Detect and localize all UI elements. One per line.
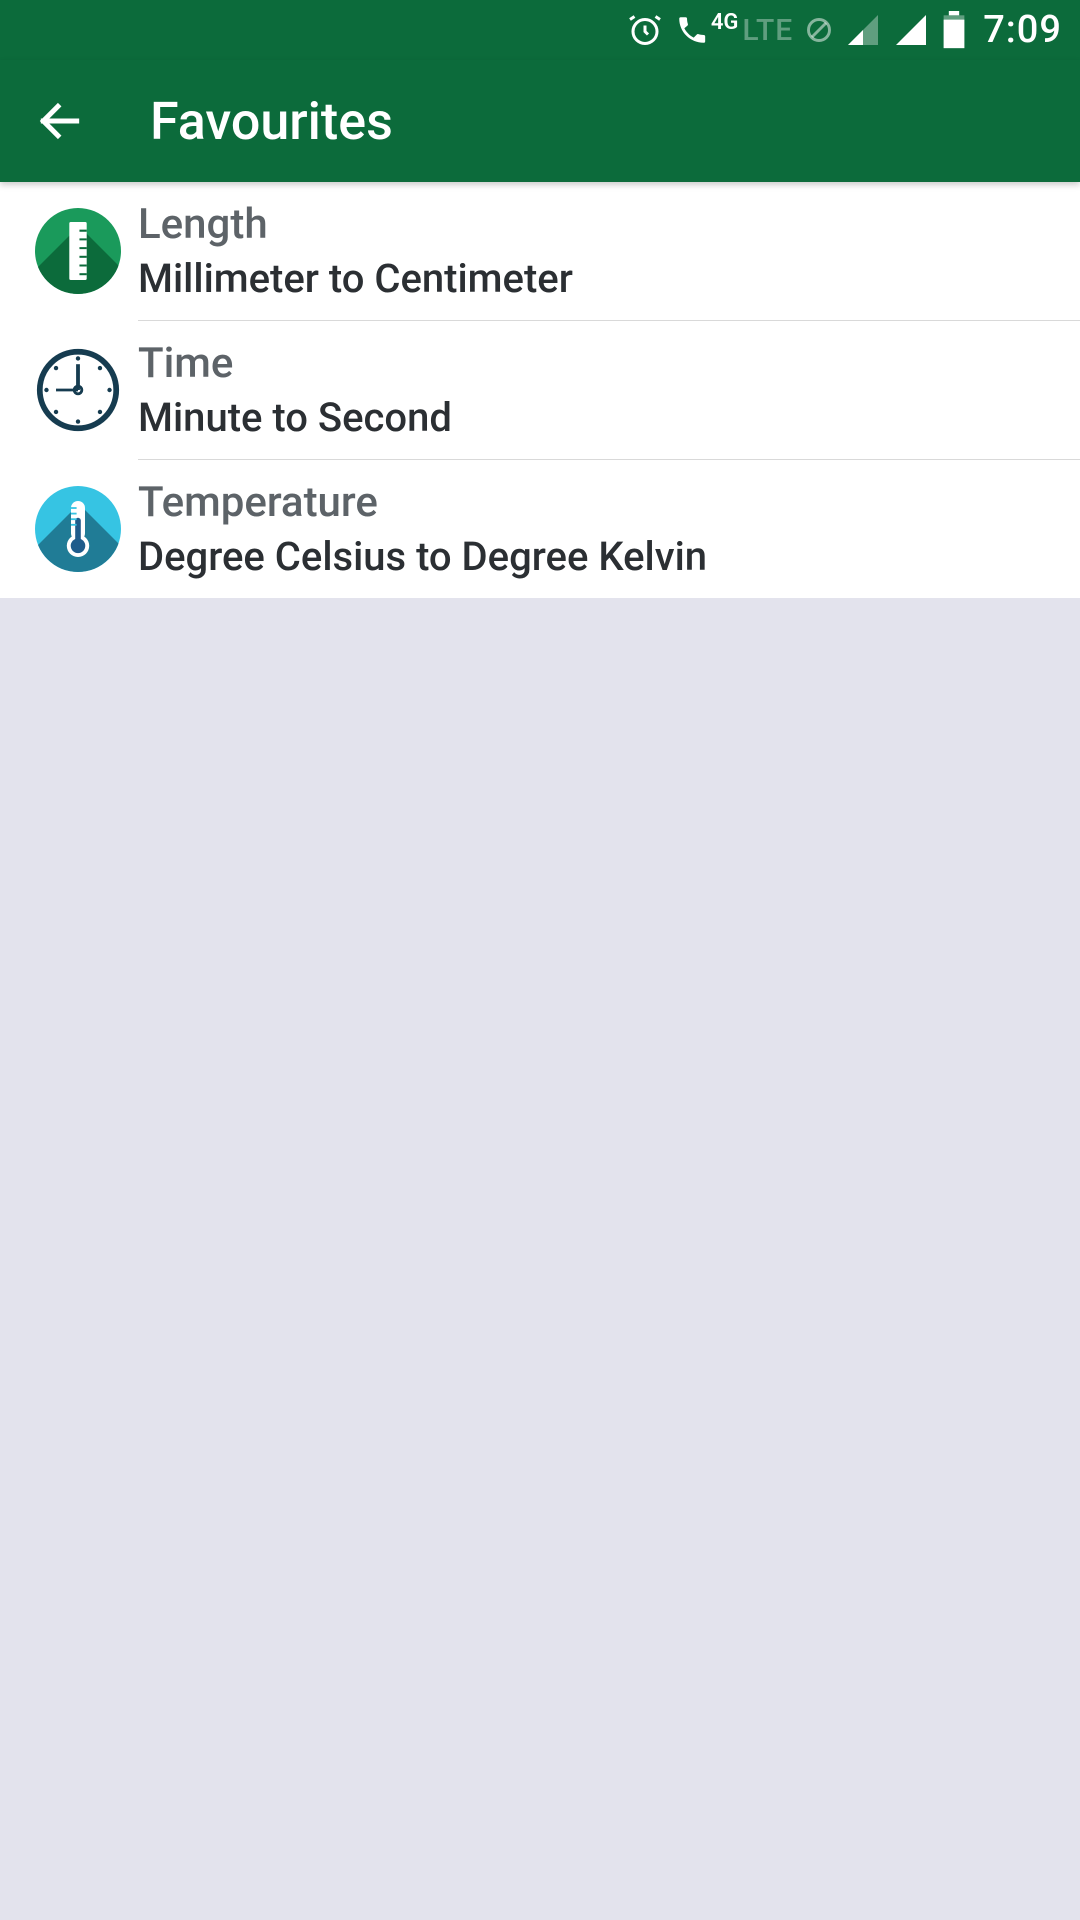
lte-label: LTE — [742, 13, 793, 48]
conversion-label: Millimeter to Centimeter — [138, 255, 1060, 302]
no-data-icon — [805, 16, 833, 44]
thermometer-icon — [18, 486, 138, 572]
back-button[interactable] — [30, 91, 90, 151]
status-time: 7:09 — [983, 8, 1062, 52]
favourites-list: Length Millimeter to Centimeter — [0, 182, 1080, 598]
fourg-label: 4G — [711, 10, 739, 35]
list-item[interactable]: Time Minute to Second — [0, 321, 1080, 459]
page-title: Favourites — [150, 91, 393, 152]
category-label: Time — [138, 339, 1060, 388]
signal-1-icon — [845, 12, 881, 48]
list-item[interactable]: Length Millimeter to Centimeter — [0, 182, 1080, 320]
phone-icon — [675, 13, 709, 47]
app-bar: Favourites — [0, 60, 1080, 182]
alarm-icon — [627, 12, 663, 48]
conversion-label: Minute to Second — [138, 394, 1060, 441]
status-icons: 4G LTE — [627, 11, 967, 49]
signal-2-icon — [893, 12, 929, 48]
conversion-label: Degree Celsius to Degree Kelvin — [138, 533, 1060, 580]
category-label: Temperature — [138, 478, 1060, 527]
clock-icon — [18, 347, 138, 433]
list-item[interactable]: Temperature Degree Celsius to Degree Kel… — [0, 460, 1080, 598]
status-bar: 4G LTE 7:09 — [0, 0, 1080, 60]
battery-icon — [941, 11, 967, 49]
arrow-left-icon — [35, 96, 85, 146]
ruler-icon — [18, 208, 138, 294]
category-label: Length — [138, 200, 1060, 249]
